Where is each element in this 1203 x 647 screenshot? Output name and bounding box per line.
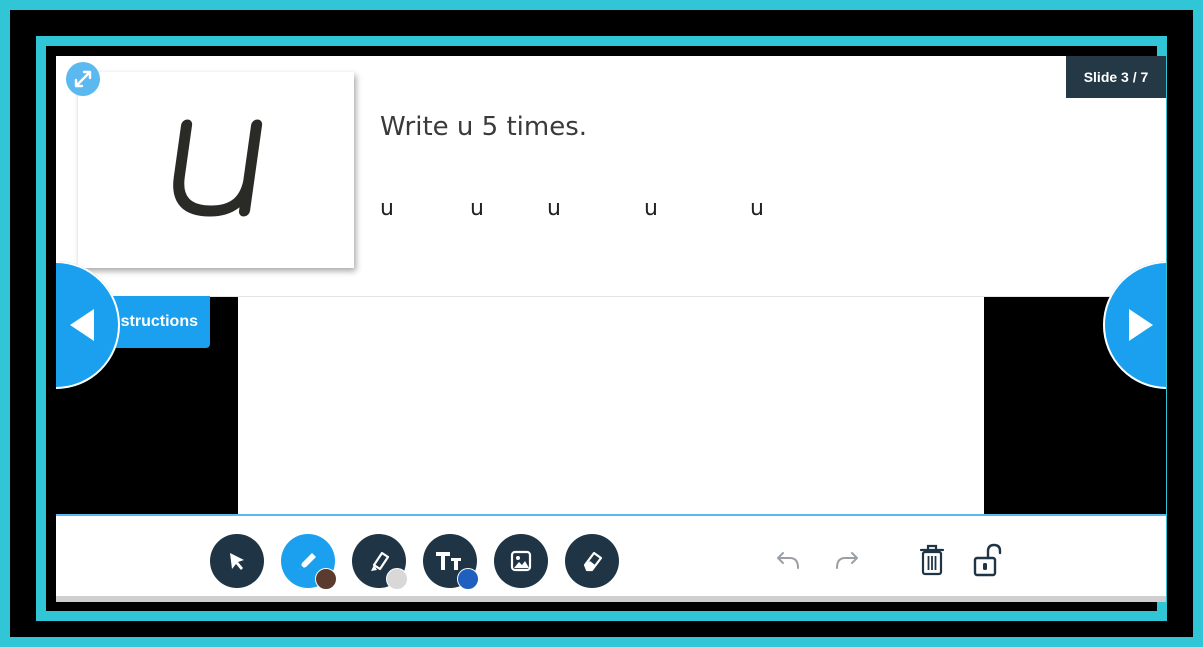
undo-button[interactable] (769, 540, 809, 580)
highlighter-tool-button[interactable] (352, 534, 408, 590)
unlock-icon (973, 543, 1002, 577)
arrow-right-icon (1129, 309, 1153, 341)
arrow-left-icon (70, 309, 94, 341)
pen-color-swatch[interactable] (315, 568, 337, 590)
letter-glyph (78, 72, 354, 268)
slide-stage: Write u 5 times. u u u u u Slide 3 / 7 I… (56, 56, 1166, 602)
toolbar (56, 514, 1166, 602)
letter-card (78, 72, 354, 268)
highlighter-color-swatch[interactable] (386, 568, 408, 590)
eraser-tool-button[interactable] (565, 534, 619, 588)
sample-letter: u (380, 196, 394, 221)
image-tool-button[interactable] (494, 534, 548, 588)
expand-button[interactable] (66, 62, 100, 96)
delete-button[interactable] (912, 540, 952, 580)
prompt-text: Write u 5 times. (380, 112, 588, 142)
letter-u-image (173, 119, 263, 217)
instructions-panel: Write u 5 times. u u u u u Slide 3 / 7 (56, 56, 1166, 297)
slide-counter: Slide 3 / 7 (1066, 56, 1166, 98)
eraser-icon (583, 551, 603, 572)
cursor-arrow-icon (230, 553, 244, 570)
sample-letter: u (470, 196, 484, 221)
undo-icon (777, 552, 799, 569)
expand-arrows-icon (74, 70, 92, 88)
image-icon (510, 550, 532, 572)
sample-letter: u (750, 196, 764, 221)
pen-tool-button[interactable] (281, 534, 337, 590)
text-tool-button[interactable] (423, 534, 479, 590)
text-color-swatch[interactable] (457, 568, 479, 590)
redo-button[interactable] (826, 540, 866, 580)
trash-icon (919, 544, 945, 576)
toolbar-divider (56, 596, 1166, 602)
sample-letter: u (644, 196, 658, 221)
lock-button[interactable] (968, 540, 1008, 580)
select-tool-button[interactable] (210, 534, 264, 588)
redo-icon (836, 552, 858, 569)
sample-letter: u (547, 196, 561, 221)
drawing-canvas[interactable] (238, 294, 984, 516)
